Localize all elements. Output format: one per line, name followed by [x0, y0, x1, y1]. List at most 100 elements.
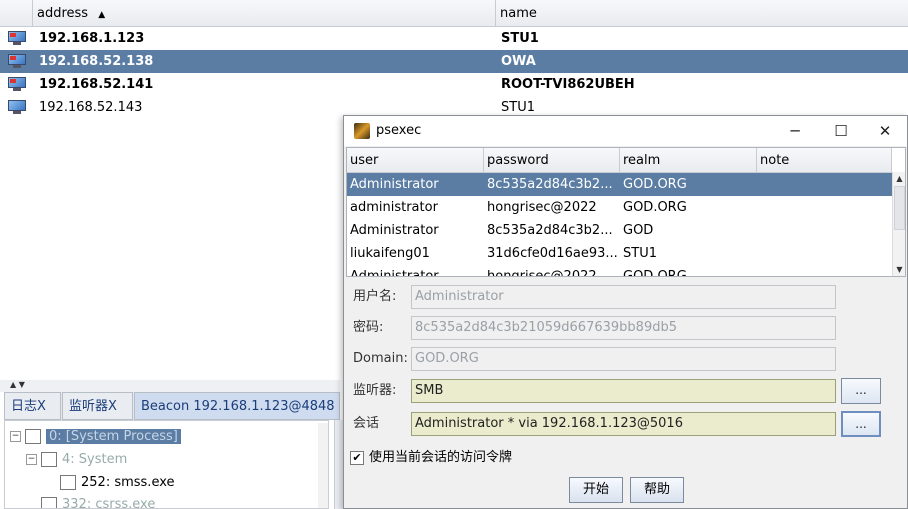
- credential-note: [757, 265, 892, 276]
- psexec-dialog: psexec ─ ☐ ✕ user password realm note Ad…: [343, 115, 908, 509]
- tree-node[interactable]: 332: csrss.exe: [26, 495, 156, 509]
- collapse-icon[interactable]: −: [10, 431, 21, 442]
- start-button[interactable]: 开始: [569, 477, 623, 503]
- credential-row-selected[interactable]: Administrator 8c535a2d84c3b2... GOD.ORG: [347, 173, 892, 196]
- username-field: Administrator: [411, 285, 836, 309]
- username-label: 用户名:: [353, 289, 397, 304]
- credential-user: liukaifeng01: [350, 246, 430, 261]
- credential-user: Administrator: [350, 269, 439, 277]
- bottom-tab-bar: 日志X 监听器X Beacon 192.168.1.123@4848: [4, 392, 340, 420]
- credential-realm: STU1: [623, 246, 657, 261]
- credential-password: 8c535a2d84c3b2...: [487, 223, 613, 238]
- target-name: OWA: [501, 54, 536, 69]
- tree-node[interactable]: 252: smss.exe: [60, 473, 175, 493]
- maximize-button[interactable]: ☐: [818, 116, 864, 146]
- credential-realm: GOD: [623, 223, 654, 238]
- credential-realm: GOD.ORG: [623, 177, 687, 192]
- sort-ascending-icon: ▲: [98, 10, 106, 20]
- session-browse-button[interactable]: ...: [841, 411, 881, 437]
- dialog-title: psexec: [376, 123, 422, 138]
- tree-node[interactable]: − 4: System: [26, 450, 127, 470]
- realm-column-header[interactable]: realm: [620, 148, 757, 172]
- credential-note: [757, 196, 892, 219]
- tab-beacon[interactable]: Beacon 192.168.1.123@4848: [134, 392, 340, 420]
- process-checkbox[interactable]: [41, 452, 57, 467]
- credentials-scrollbar[interactable]: ▲ ▼: [892, 172, 905, 276]
- tree-node[interactable]: − 0: [System Process]: [10, 427, 181, 447]
- user-column-header[interactable]: user: [347, 148, 484, 172]
- credential-realm: GOD.ORG: [623, 200, 687, 215]
- name-column-header[interactable]: name: [496, 0, 908, 26]
- process-checkbox[interactable]: [25, 429, 41, 444]
- credential-row[interactable]: Administrator hongrisec@2022 GOD.ORG: [347, 265, 892, 277]
- tab-listeners-label: 监听器X: [69, 399, 117, 414]
- scroll-down-icon[interactable]: ▼: [893, 263, 905, 276]
- credential-row[interactable]: Administrator 8c535a2d84c3b2... GOD: [347, 219, 892, 242]
- tree-node-label: 0: [System Process]: [46, 429, 181, 444]
- dialog-title-bar[interactable]: psexec ─ ☐ ✕: [344, 116, 907, 146]
- target-name: ROOT-TVI862UBEH: [501, 77, 635, 92]
- password-label: 密码:: [353, 320, 384, 335]
- listener-label: 监听器:: [353, 383, 397, 398]
- process-checkbox[interactable]: [41, 497, 57, 508]
- credential-password: hongrisec@2022: [487, 269, 597, 277]
- address-column-header[interactable]: address ▲: [33, 0, 496, 26]
- computer-session-icon: [8, 54, 26, 68]
- computer-session-icon: [8, 77, 26, 91]
- scroll-up-icon[interactable]: ▲: [893, 172, 905, 185]
- password-column-header[interactable]: password: [484, 148, 620, 172]
- target-name: STU1: [501, 31, 539, 46]
- credential-user: Administrator: [350, 223, 439, 238]
- icon-column-header[interactable]: [0, 0, 33, 26]
- minimize-button[interactable]: ─: [772, 116, 818, 146]
- collapse-icon[interactable]: −: [26, 454, 37, 465]
- process-tree: −0: [System Process] −4: System 252: sms…: [4, 420, 329, 509]
- tab-log[interactable]: 日志X: [4, 392, 61, 420]
- credentials-table-header: user password realm note: [347, 148, 892, 173]
- credential-user: Administrator: [350, 177, 439, 192]
- target-row[interactable]: 192.168.52.141 ROOT-TVI862UBEH: [0, 73, 908, 96]
- listener-browse-button[interactable]: ...: [841, 378, 881, 404]
- credentials-table: user password realm note Administrator 8…: [346, 147, 906, 277]
- tab-beacon-label: Beacon 192.168.1.123@4848: [141, 399, 335, 414]
- credential-note: [757, 173, 892, 196]
- checkmark-icon[interactable]: ✔: [350, 450, 364, 465]
- domain-label: Domain:: [353, 351, 408, 366]
- address-header-label: address: [37, 6, 89, 21]
- process-checkbox[interactable]: [60, 475, 76, 490]
- credential-user: administrator: [350, 200, 438, 215]
- credential-row[interactable]: liukaifeng01 31d6cfe0d16ae93... STU1: [347, 242, 892, 265]
- credential-row[interactable]: administrator hongrisec@2022 GOD.ORG: [347, 196, 892, 219]
- computer-icon: [8, 100, 26, 114]
- target-address: 192.168.52.143: [39, 100, 143, 115]
- credential-password: hongrisec@2022: [487, 200, 597, 215]
- tab-log-label: 日志X: [11, 399, 46, 414]
- session-field[interactable]: Administrator * via 192.168.1.123@5016: [411, 412, 836, 436]
- credential-realm: GOD.ORG: [623, 269, 687, 277]
- tab-listeners[interactable]: 监听器X: [62, 392, 133, 420]
- split-pane-divider[interactable]: ▲ ▼: [0, 380, 340, 392]
- scroll-thumb[interactable]: [894, 186, 905, 230]
- help-button[interactable]: 帮助: [630, 477, 684, 503]
- password-field: 8c535a2d84c3b21059d667639bb89db5: [411, 316, 836, 340]
- tree-node-label: 4: System: [62, 452, 128, 467]
- computer-session-icon: [8, 31, 26, 45]
- target-address: 192.168.52.138: [39, 54, 154, 69]
- listener-field[interactable]: SMB: [411, 379, 836, 403]
- targets-table-header: address ▲ name: [0, 0, 908, 27]
- target-address: 192.168.1.123: [39, 31, 145, 46]
- note-column-header[interactable]: note: [757, 148, 892, 172]
- checkbox-label: 使用当前会话的访问令牌: [369, 450, 513, 465]
- tree-node-label: 332: csrss.exe: [62, 497, 156, 509]
- use-session-token-checkbox[interactable]: ✔ 使用当前会话的访问令牌: [350, 449, 512, 467]
- credential-note: [757, 242, 892, 265]
- credential-password: 31d6cfe0d16ae93...: [487, 246, 618, 261]
- target-row[interactable]: 192.168.1.123 STU1: [0, 27, 908, 50]
- credential-note: [757, 219, 892, 242]
- close-button[interactable]: ✕: [862, 116, 908, 146]
- tree-node-label: 252: smss.exe: [81, 475, 175, 490]
- target-row-selected[interactable]: 192.168.52.138 OWA: [0, 50, 908, 73]
- collapse-arrows-icon[interactable]: ▲ ▼: [10, 380, 25, 389]
- name-header-label: name: [500, 6, 537, 21]
- tree-scrollbar[interactable]: [318, 423, 328, 508]
